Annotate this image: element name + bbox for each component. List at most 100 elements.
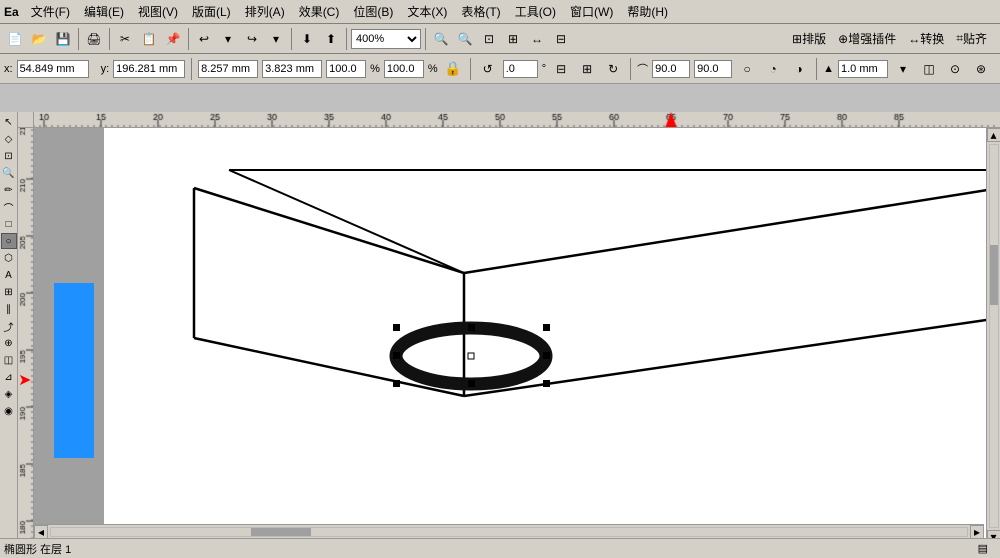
ellipse-tool[interactable]: ○ bbox=[1, 233, 17, 249]
zoom-fit-button[interactable]: ⊡ bbox=[478, 28, 500, 50]
new-button[interactable]: 📄 bbox=[4, 28, 26, 50]
separator-2 bbox=[109, 28, 110, 50]
zoom-tool[interactable]: 🔍 bbox=[1, 165, 17, 181]
scroll-thumb-h[interactable] bbox=[251, 528, 311, 536]
transparency-tool[interactable]: ◫ bbox=[1, 352, 17, 368]
smartdraw-tool[interactable]: ⌒ bbox=[1, 199, 17, 215]
blend-tool[interactable]: ⊕ bbox=[1, 335, 17, 351]
menu-edit[interactable]: 编辑(E) bbox=[78, 1, 130, 22]
separator-c1 bbox=[191, 58, 192, 80]
scroll-thumb-v[interactable] bbox=[990, 245, 998, 305]
open-button[interactable]: 📂 bbox=[28, 28, 50, 50]
redo-dropdown[interactable]: ▾ bbox=[265, 28, 287, 50]
menu-effects[interactable]: 效果(C) bbox=[293, 1, 346, 22]
table-tool[interactable]: ⊞ bbox=[1, 284, 17, 300]
x-input[interactable] bbox=[17, 60, 89, 78]
paiban-button[interactable]: ⊞ 排版 bbox=[787, 28, 831, 50]
paste-button[interactable]: 📌 bbox=[162, 28, 184, 50]
outline-tool3[interactable]: ⊛ bbox=[970, 58, 992, 80]
scroll-track-v bbox=[989, 144, 999, 528]
scale-x-input[interactable] bbox=[326, 60, 366, 78]
redo-button[interactable]: ↪ bbox=[241, 28, 263, 50]
import-button[interactable]: ⬇ bbox=[296, 28, 318, 50]
lock-aspect-button[interactable]: 🔒 bbox=[442, 58, 464, 80]
menu-window[interactable]: 窗口(W) bbox=[564, 1, 619, 22]
scroll-left-button[interactable]: ◂ bbox=[34, 525, 48, 539]
eyedropper-tool[interactable]: ⊿ bbox=[1, 369, 17, 385]
outline-tool[interactable]: ◉ bbox=[1, 403, 17, 419]
zoom-page-button[interactable]: ⊞ bbox=[502, 28, 524, 50]
angle1-input[interactable] bbox=[652, 60, 690, 78]
parallel-tool[interactable]: ∥ bbox=[1, 301, 17, 317]
drawing-svg bbox=[34, 128, 1000, 558]
scale-y-input[interactable] bbox=[384, 60, 424, 78]
plugin-icon: ⊕ bbox=[838, 32, 848, 46]
rotate-ccw-button[interactable]: ↺ bbox=[477, 58, 499, 80]
menu-file[interactable]: 文件(F) bbox=[25, 1, 76, 22]
outline-input[interactable] bbox=[838, 60, 888, 78]
outline-dropdown[interactable]: ▾ bbox=[892, 58, 914, 80]
y-label: y: bbox=[101, 63, 110, 75]
y-input[interactable] bbox=[113, 60, 185, 78]
undo-dropdown[interactable]: ▾ bbox=[217, 28, 239, 50]
cut-button[interactable]: ✂ bbox=[114, 28, 136, 50]
crop-tool[interactable]: ⊡ bbox=[1, 148, 17, 164]
rotation-input[interactable] bbox=[503, 60, 538, 78]
outline-tool2[interactable]: ⊙ bbox=[944, 58, 966, 80]
scroll-up-button[interactable]: ▴ bbox=[987, 128, 1000, 142]
height-input[interactable] bbox=[262, 60, 322, 78]
freehand-tool[interactable]: ✏ bbox=[1, 182, 17, 198]
toolbar-properties: x: y: % % 🔒 ↺ ° ⊟ ⊞ ↻ ⌒ ○ ◔ ◑ ▲ ▾ ◫ ⊙ ⊛ bbox=[0, 54, 1000, 84]
ellipse-mode2[interactable]: ◔ bbox=[762, 58, 784, 80]
ellipse-mode3[interactable]: ◑ bbox=[788, 58, 810, 80]
zoom-select-button[interactable]: ⊟ bbox=[550, 28, 572, 50]
node-tool[interactable]: ◇ bbox=[1, 131, 17, 147]
scrollbar-vertical[interactable]: ▴ ▾ bbox=[986, 128, 1000, 544]
export-button[interactable]: ⬆ bbox=[320, 28, 342, 50]
plugin-button[interactable]: ⊕ 增强插件 bbox=[833, 28, 901, 50]
menu-layout[interactable]: 版面(L) bbox=[186, 1, 237, 22]
polygon-tool[interactable]: ⬡ bbox=[1, 250, 17, 266]
menu-view[interactable]: 视图(V) bbox=[132, 1, 184, 22]
zoom-select[interactable]: 400% 200% 100% 50% bbox=[351, 29, 421, 49]
snap-label: 贴齐 bbox=[963, 30, 987, 47]
print-button[interactable]: 🖨 bbox=[83, 28, 105, 50]
separator-1 bbox=[78, 28, 79, 50]
snap-button[interactable]: ⌗ 贴齐 bbox=[951, 28, 992, 50]
scroll-right-button[interactable]: ▸ bbox=[970, 525, 984, 539]
width-input[interactable] bbox=[198, 60, 258, 78]
outline-tool1[interactable]: ◫ bbox=[918, 58, 940, 80]
ellipse-mode1[interactable]: ○ bbox=[736, 58, 758, 80]
menu-bitmap[interactable]: 位图(B) bbox=[347, 1, 399, 22]
menu-help[interactable]: 帮助(H) bbox=[621, 1, 674, 22]
undo-button[interactable]: ↩ bbox=[193, 28, 215, 50]
convert-label: 转换 bbox=[920, 30, 944, 47]
status-text: 椭圆形 在层 1 bbox=[4, 541, 71, 557]
text-tool[interactable]: A bbox=[1, 267, 17, 283]
degree-symbol: ° bbox=[542, 63, 546, 75]
connector-tool[interactable]: ⤴ bbox=[1, 318, 17, 334]
copy-button[interactable]: 📋 bbox=[138, 28, 160, 50]
rect-tool[interactable]: □ bbox=[1, 216, 17, 232]
flip-h-button[interactable]: ⊟ bbox=[550, 58, 572, 80]
rotate-cw-button[interactable]: ↻ bbox=[602, 58, 624, 80]
menu-text[interactable]: 文本(X) bbox=[401, 1, 453, 22]
app-title: Ea bbox=[4, 5, 19, 19]
save-button[interactable]: 💾 bbox=[52, 28, 74, 50]
canvas-area[interactable]: ➤ bbox=[34, 128, 1000, 558]
angle-icon: ⌒ bbox=[637, 61, 648, 77]
menu-table[interactable]: 表格(T) bbox=[455, 1, 506, 22]
convert-button[interactable]: ↔ 转换 bbox=[903, 28, 949, 50]
angle2-input[interactable] bbox=[694, 60, 732, 78]
zoom-in-button[interactable]: 🔍 bbox=[454, 28, 476, 50]
zoom-width-button[interactable]: ↔ bbox=[526, 28, 548, 50]
menu-arrange[interactable]: 排列(A) bbox=[239, 1, 291, 22]
menu-tools[interactable]: 工具(O) bbox=[509, 1, 562, 22]
ruler-corner bbox=[18, 112, 34, 128]
zoom-out-button[interactable]: 🔍 bbox=[430, 28, 452, 50]
scrollbar-horizontal[interactable]: ◂ ▸ bbox=[34, 524, 984, 538]
fill-tool[interactable]: ◈ bbox=[1, 386, 17, 402]
flip-v-button[interactable]: ⊞ bbox=[576, 58, 598, 80]
pointer-tool[interactable]: ↖ bbox=[1, 114, 17, 130]
separator-c4 bbox=[816, 58, 817, 80]
